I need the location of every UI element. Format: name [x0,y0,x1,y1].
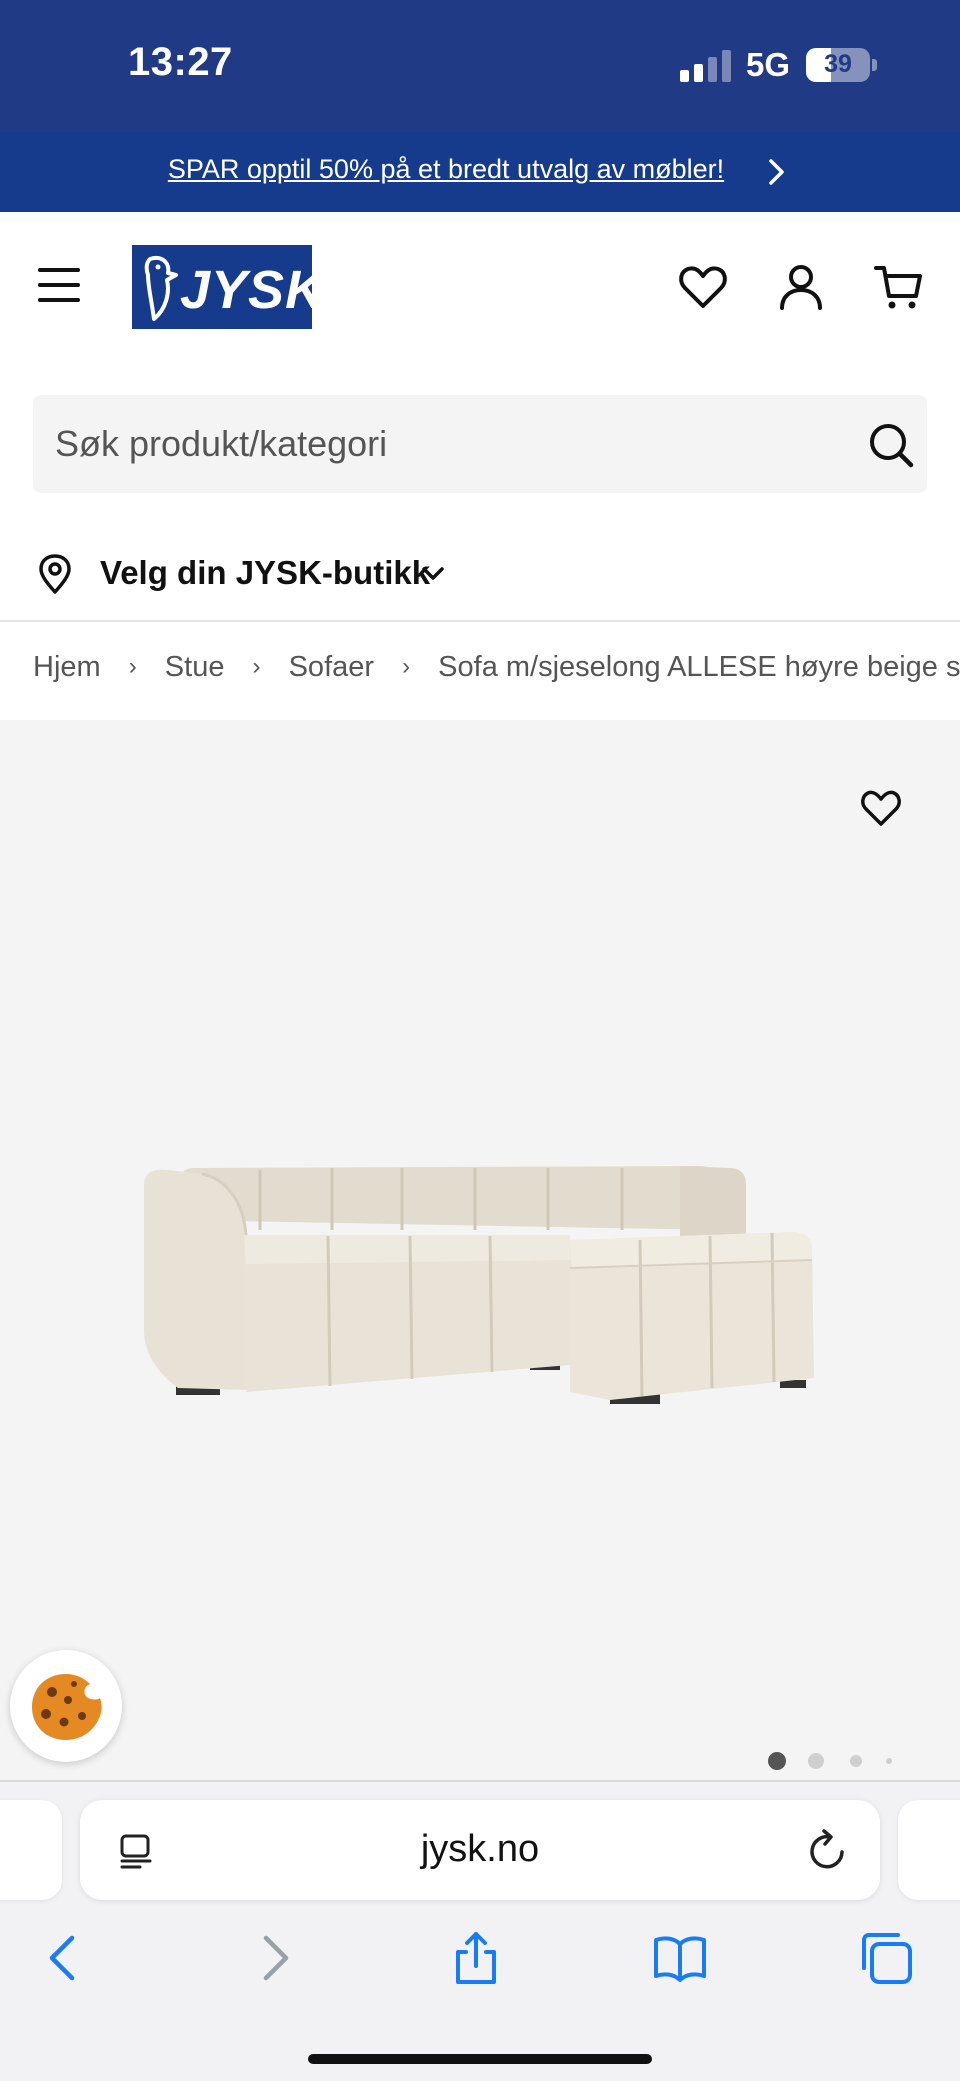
next-tab-preview[interactable] [898,1800,960,1900]
status-time: 13:27 [128,40,233,84]
header-divider [0,620,960,622]
network-type: 5G [746,46,791,83]
url-text[interactable]: jysk.no [80,1828,880,1871]
forward-icon[interactable] [246,1930,302,1986]
search-icon[interactable] [867,421,915,469]
cart-icon[interactable] [874,262,924,312]
breadcrumb-separator-icon: › [252,653,261,681]
previous-tab-preview[interactable] [0,1800,62,1900]
gallery-dot[interactable] [768,1752,786,1770]
site-header: JYSK [0,212,960,367]
chevron-right-icon [769,159,784,185]
promo-link[interactable]: SPAR opptil 50% på et bredt utvalg av mø… [0,154,892,185]
chevron-down-icon [422,567,444,580]
gallery-dot[interactable] [886,1758,892,1764]
cookie-settings-button[interactable] [10,1650,122,1762]
product-image-sofa [144,1166,814,1404]
promo-banner[interactable]: SPAR opptil 50% på et bredt utvalg av mø… [0,132,960,212]
breadcrumb: Hjem › Stue › Sofaer › Sofa m/sjeselong … [33,650,960,690]
add-to-wishlist-heart-icon[interactable] [860,788,902,828]
share-icon[interactable] [448,1930,504,1986]
gallery-dot[interactable] [850,1755,862,1767]
gallery-dot[interactable] [808,1753,824,1769]
battery-icon: 39 [806,48,877,82]
logo-text: JYSK [180,260,326,320]
jysk-logo[interactable]: JYSK [132,245,324,329]
back-icon[interactable] [36,1930,92,1986]
menu-icon[interactable] [38,268,82,302]
cookie-icon [32,1674,102,1740]
product-image-gallery[interactable] [0,720,960,1782]
cellular-signal-icon [680,50,731,82]
status-bar: 13:27 5G 39 [0,0,960,132]
store-selector[interactable]: Velg din JYSK-butikk [0,530,960,612]
bird-logo-icon [144,256,178,321]
battery-level: 39 [824,50,852,78]
heart-icon[interactable] [678,262,728,312]
bookmarks-icon[interactable] [652,1930,708,1986]
breadcrumb-separator-icon: › [402,653,411,681]
search-input[interactable] [55,419,815,469]
store-selector-label[interactable]: Velg din JYSK-butikk [100,554,430,592]
home-indicator [308,2054,652,2064]
location-pin-icon [39,554,71,594]
breadcrumb-item-living-room[interactable]: Stue [165,651,225,684]
reload-icon[interactable] [808,1828,848,1872]
breadcrumb-item-current: Sofa m/sjeselong ALLESE høyre beige stof… [438,650,960,683]
browser-toolbar: jysk.no [0,1782,960,2081]
address-bar[interactable]: jysk.no [80,1800,880,1900]
breadcrumb-separator-icon: › [128,653,137,681]
user-icon[interactable] [776,262,826,312]
tabs-icon[interactable] [858,1930,914,1986]
search-bar[interactable] [33,395,927,493]
breadcrumb-item-sofas[interactable]: Sofaer [289,651,374,684]
breadcrumb-item-home[interactable]: Hjem [33,651,101,684]
